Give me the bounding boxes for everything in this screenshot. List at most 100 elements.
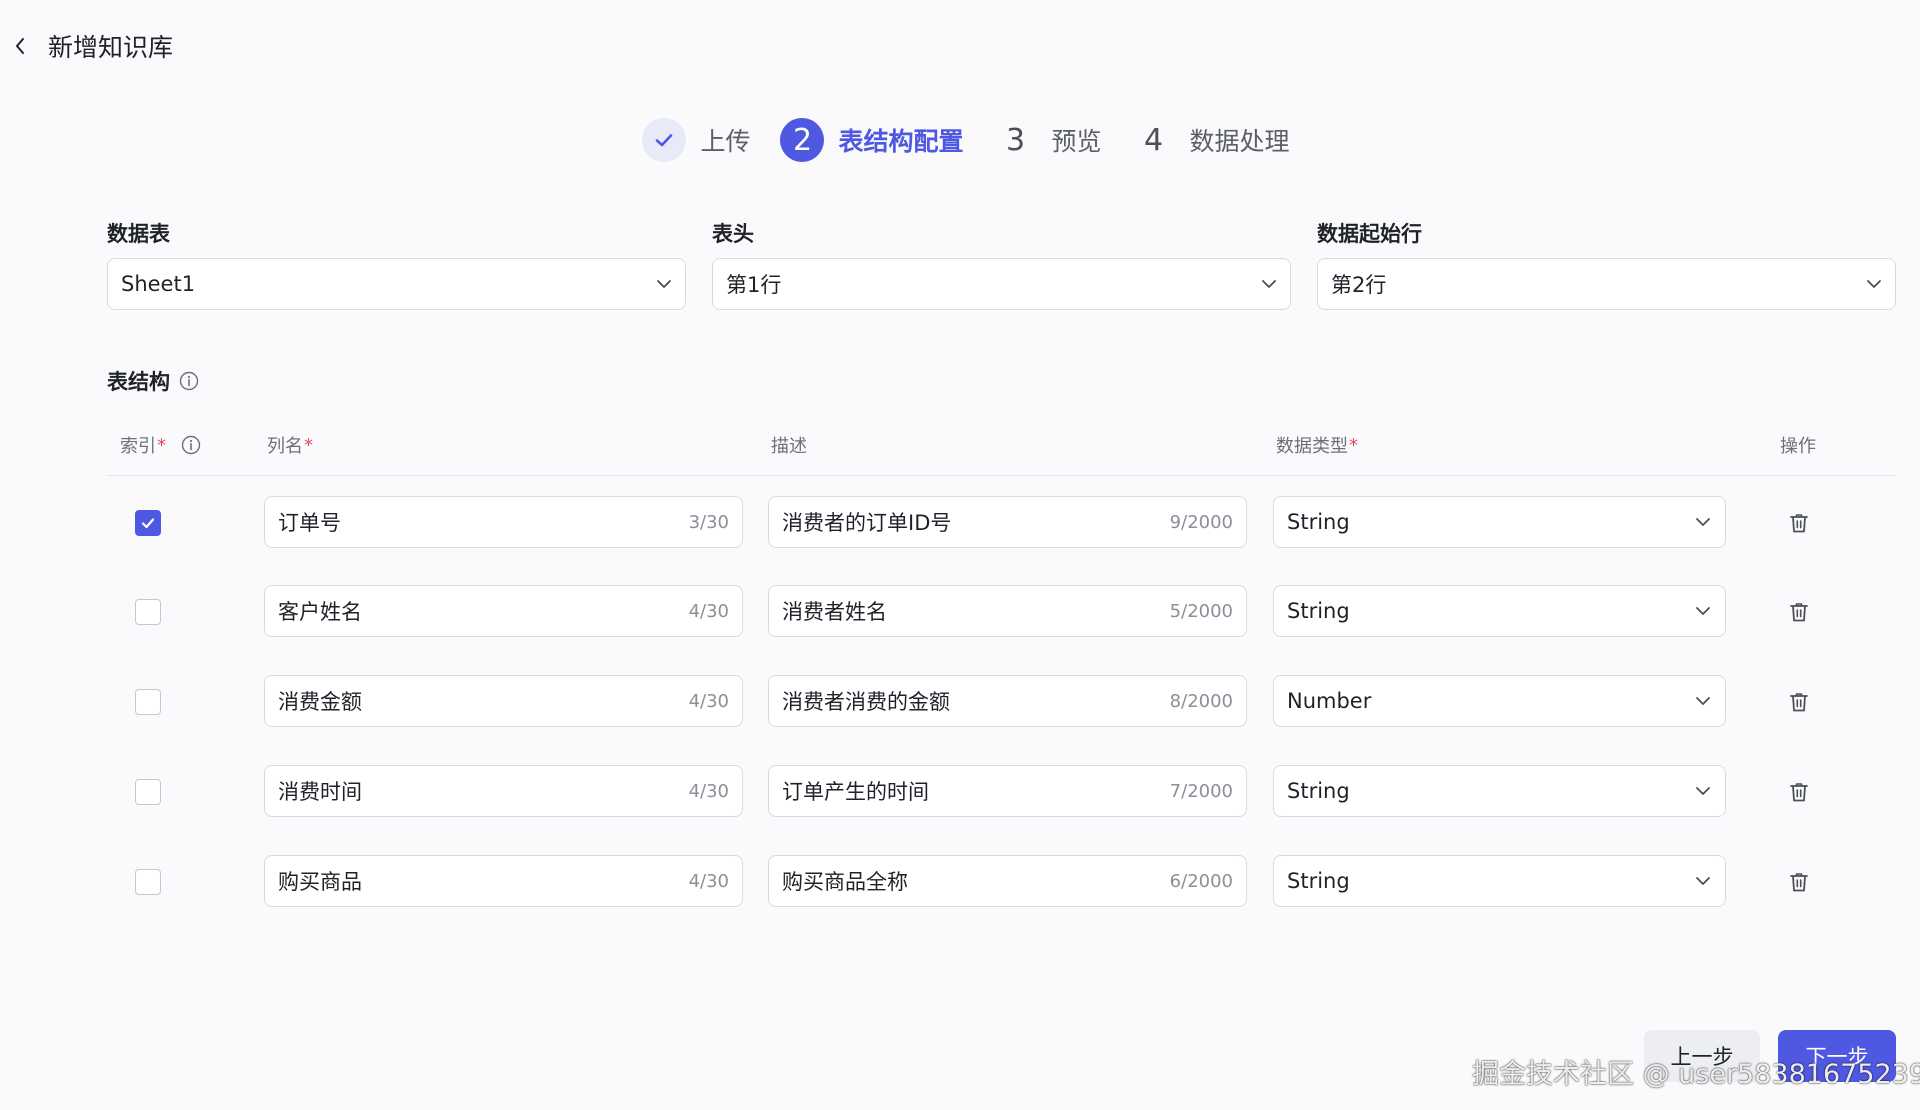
check-icon [656,134,673,147]
index-checkbox[interactable] [135,869,161,895]
data-type-value: String [1287,869,1350,893]
stepper: 上传 2 表结构配置 3 预览 4 数据处理 [0,116,1920,164]
chevron-down-icon [1695,783,1711,799]
data-type-select[interactable]: String [1273,585,1726,637]
table-row: 购买商品 4/30 购买商品全称 6/2000 String [0,855,1920,907]
watermark: 掘金技术社区 @ user5838167523996 [1472,1059,1920,1090]
column-header-name: 列名 * [267,432,313,458]
description-input[interactable]: 购买商品全称 6/2000 [768,855,1247,907]
sheet-select[interactable]: Sheet1 [107,258,686,310]
chevron-down-icon [1695,603,1711,619]
required-mark: * [304,434,313,456]
chevron-left-icon [16,38,24,54]
data-type-value: Number [1287,689,1372,713]
step-number: 2 [780,118,825,162]
table-row: 订单号 3/30 消费者的订单ID号 9/2000 String [0,496,1920,548]
trash-icon [1789,512,1809,534]
description-input[interactable]: 订单产生的时间 7/2000 [768,765,1247,817]
table-divider [107,475,1897,476]
trash-icon [1789,601,1809,623]
column-name-input[interactable]: 购买商品 4/30 [264,855,743,907]
header-row-select-value: 第1行 [726,273,782,297]
step-preview: 3 预览 [994,118,1102,162]
delete-row-button[interactable] [1786,779,1812,805]
data-type-select[interactable]: String [1273,496,1726,548]
column-name-input[interactable]: 消费时间 4/30 [264,765,743,817]
data-type-value: String [1287,599,1350,623]
step-label: 预览 [1051,127,1102,156]
step-schema: 2 表结构配置 [780,118,964,162]
schema-section-title: 表结构 [107,366,200,396]
chevron-down-icon [1695,514,1711,530]
description-counter: 7/2000 [1169,780,1233,802]
column-header-index: 索引 * [120,432,202,458]
index-checkbox[interactable] [135,689,161,715]
schema-title-text: 表结构 [107,370,170,394]
back-button[interactable] [0,28,40,64]
index-checkbox[interactable] [135,779,161,805]
description-value: 消费者消费的金额 [782,690,950,714]
description-counter: 9/2000 [1169,511,1233,533]
index-checkbox[interactable] [135,599,161,625]
column-header-actions: 操作 [1780,432,1816,458]
required-mark: * [1349,434,1358,456]
description-input[interactable]: 消费者消费的金额 8/2000 [768,675,1247,727]
trash-icon [1789,781,1809,803]
check-icon [140,515,156,531]
column-header-description: 描述 [771,432,807,458]
chevron-down-icon [1695,873,1711,889]
description-counter: 8/2000 [1169,690,1233,712]
delete-row-button[interactable] [1786,869,1812,895]
start-row-select[interactable]: 第2行 [1317,258,1896,310]
chevron-down-icon [1261,276,1277,292]
column-name-counter: 4/30 [688,870,729,892]
column-header-actions-text: 操作 [1780,436,1816,457]
description-value: 消费者姓名 [782,600,887,624]
header-row-label: 表头 [712,222,754,246]
column-name-counter: 3/30 [688,511,729,533]
header-row-select[interactable]: 第1行 [712,258,1291,310]
column-name-value: 客户姓名 [278,600,362,624]
column-name-value: 消费金额 [278,690,362,714]
step-label: 数据处理 [1189,127,1290,156]
page-header: 新增知识库 [0,28,173,64]
sheet-label: 数据表 [107,222,170,246]
column-name-input[interactable]: 客户姓名 4/30 [264,585,743,637]
description-input[interactable]: 消费者姓名 5/2000 [768,585,1247,637]
column-name-input[interactable]: 消费金额 4/30 [264,675,743,727]
column-header-name-text: 列名 [267,436,303,457]
index-checkbox[interactable] [135,510,161,536]
info-icon[interactable] [178,370,200,392]
chevron-down-icon [1866,276,1882,292]
step-label: 表结构配置 [838,127,964,156]
column-name-counter: 4/30 [688,780,729,802]
description-input[interactable]: 消费者的订单ID号 9/2000 [768,496,1247,548]
column-name-value: 订单号 [278,511,341,535]
description-counter: 5/2000 [1169,600,1233,622]
table-row: 客户姓名 4/30 消费者姓名 5/2000 String [0,585,1920,637]
description-value: 订单产生的时间 [782,780,929,804]
column-name-counter: 4/30 [688,600,729,622]
data-type-value: String [1287,510,1350,534]
data-type-select[interactable]: String [1273,855,1726,907]
column-name-counter: 4/30 [688,690,729,712]
required-mark: * [157,434,166,456]
step-process: 4 数据处理 [1132,118,1290,162]
info-icon[interactable] [180,434,202,456]
chevron-down-icon [656,276,672,292]
delete-row-button[interactable] [1786,510,1812,536]
delete-row-button[interactable] [1786,689,1812,715]
start-row-select-value: 第2行 [1331,273,1387,297]
description-counter: 6/2000 [1169,870,1233,892]
table-row: 消费金额 4/30 消费者消费的金额 8/2000 Number [0,675,1920,727]
description-value: 购买商品全称 [782,870,908,894]
delete-row-button[interactable] [1786,599,1812,625]
sheet-select-value: Sheet1 [121,272,196,296]
column-name-input[interactable]: 订单号 3/30 [264,496,743,548]
step-label: 上传 [700,127,751,156]
column-header-description-text: 描述 [771,436,807,457]
column-header-index-text: 索引 [120,436,156,457]
data-type-select[interactable]: String [1273,765,1726,817]
data-type-select[interactable]: Number [1273,675,1726,727]
column-name-value: 消费时间 [278,780,362,804]
